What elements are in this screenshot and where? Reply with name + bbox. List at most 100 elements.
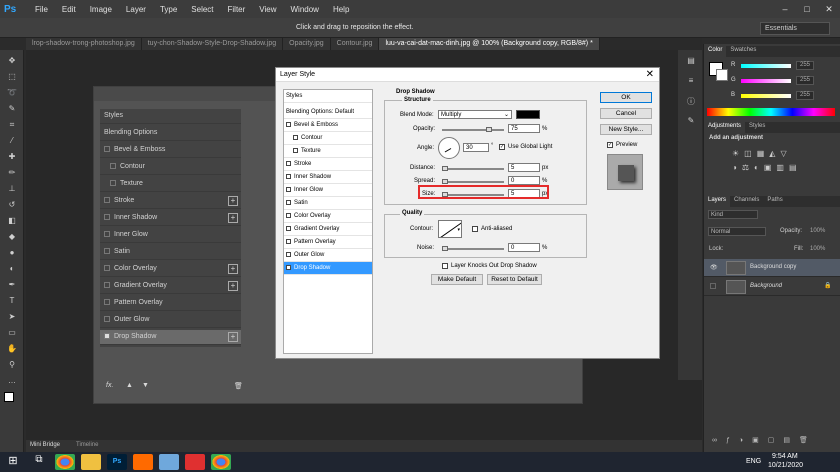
- style-item-selected[interactable]: ✓ Drop Shadow: [284, 262, 372, 275]
- info-icon[interactable]: ⓘ: [685, 96, 697, 106]
- red-value[interactable]: 255: [796, 61, 814, 70]
- opacity-slider-thumb[interactable]: [486, 127, 492, 132]
- checkbox-checked-icon[interactable]: ✓: [286, 265, 291, 271]
- chrome-icon[interactable]: [211, 454, 231, 470]
- menu-select[interactable]: Select: [184, 5, 220, 14]
- menu-help[interactable]: Help: [326, 5, 356, 14]
- checkbox-icon[interactable]: [110, 163, 116, 170]
- bg-color-swatch[interactable]: [716, 69, 728, 81]
- checkbox-icon[interactable]: [286, 239, 291, 244]
- menu-image[interactable]: Image: [83, 5, 119, 14]
- bg-style-item[interactable]: Satin: [100, 245, 241, 260]
- checkbox-icon[interactable]: [286, 161, 291, 166]
- opacity-input[interactable]: 75: [508, 124, 540, 133]
- checkbox-icon[interactable]: [286, 122, 291, 127]
- layer-filter-kind[interactable]: Kind: [708, 210, 758, 219]
- move-tool-icon[interactable]: ✥: [6, 56, 18, 66]
- layer-row[interactable]: 👁 Background copy: [704, 259, 840, 277]
- lasso-tool-icon[interactable]: ➰: [6, 88, 18, 98]
- tab-layers[interactable]: Layers: [704, 196, 731, 207]
- history-icon[interactable]: ▤: [685, 56, 697, 66]
- quick-select-icon[interactable]: ✎: [6, 104, 18, 114]
- red-slider[interactable]: [741, 64, 791, 68]
- tab-color[interactable]: Color: [704, 46, 727, 57]
- doc-tab[interactable]: lrop-shadow-trong-photoshop.jpg: [26, 38, 142, 50]
- menu-view[interactable]: View: [252, 5, 283, 14]
- checkbox-icon[interactable]: [104, 282, 110, 289]
- bg-style-item[interactable]: Contour: [100, 160, 241, 175]
- hand-tool-icon[interactable]: ✋: [6, 344, 18, 354]
- blend-mode-select[interactable]: Normal: [708, 227, 766, 236]
- ok-button[interactable]: OK: [600, 92, 652, 103]
- spread-slider[interactable]: [442, 181, 504, 183]
- clock-date[interactable]: 10/21/2020: [768, 462, 803, 469]
- path-select-icon[interactable]: ➤: [6, 312, 18, 322]
- brush-panel-icon[interactable]: ✎: [685, 116, 697, 126]
- green-slider[interactable]: [741, 79, 791, 83]
- checkbox-icon[interactable]: [286, 200, 291, 205]
- checkbox-icon[interactable]: [286, 213, 291, 218]
- menu-layer[interactable]: Layer: [119, 5, 153, 14]
- type-tool-icon[interactable]: T: [6, 296, 18, 306]
- add-icon[interactable]: +: [228, 281, 238, 291]
- eye-icon[interactable]: 👁: [710, 264, 718, 271]
- anti-aliased-checkbox[interactable]: [472, 226, 478, 232]
- visibility-toggle[interactable]: [710, 283, 716, 289]
- task-view-icon[interactable]: ⧉: [29, 454, 49, 470]
- bg-style-item[interactable]: Bevel & Emboss: [100, 143, 241, 158]
- distance-slider[interactable]: [442, 168, 504, 170]
- noise-slider-thumb[interactable]: [442, 246, 448, 251]
- green-value[interactable]: 255: [796, 76, 814, 85]
- tab-paths[interactable]: Paths: [763, 196, 786, 207]
- distance-slider-thumb[interactable]: [442, 166, 448, 171]
- spread-input[interactable]: 0: [508, 176, 540, 185]
- cancel-button[interactable]: Cancel: [600, 108, 652, 119]
- color-spectrum[interactable]: [707, 108, 835, 116]
- arrow-down-icon[interactable]: ▼: [142, 382, 149, 389]
- clone-stamp-icon[interactable]: ⊥: [6, 184, 18, 194]
- close-icon[interactable]: ✕: [646, 69, 654, 80]
- doc-tab[interactable]: tuy-chon-Shadow-Style-Drop-Shadow.jpg: [141, 38, 284, 50]
- bg-style-item[interactable]: Blending Options: [100, 126, 241, 141]
- tab-styles[interactable]: Styles: [745, 122, 769, 133]
- crop-tool-icon[interactable]: ⌗: [6, 120, 18, 130]
- bg-style-item[interactable]: Pattern Overlay: [100, 296, 241, 311]
- checkbox-icon[interactable]: [286, 187, 291, 192]
- checkbox-icon[interactable]: [110, 180, 116, 187]
- checkbox-icon[interactable]: [104, 197, 110, 204]
- app-taskbar-icon[interactable]: [185, 454, 205, 470]
- brush-tool-icon[interactable]: ✏: [6, 168, 18, 178]
- style-item[interactable]: Blending Options: Default: [284, 106, 372, 119]
- tab-timeline[interactable]: Timeline: [76, 442, 98, 448]
- tab-swatches[interactable]: Swatches: [726, 46, 760, 57]
- checkbox-icon[interactable]: [104, 214, 110, 221]
- checkbox-icon[interactable]: [104, 316, 110, 323]
- trash-icon[interactable]: 🗑: [234, 382, 243, 390]
- preview-checkbox[interactable]: ✓: [607, 142, 613, 148]
- checkbox-icon[interactable]: [104, 248, 110, 255]
- checkbox-icon[interactable]: [293, 148, 298, 153]
- layer-row[interactable]: Background 🔒: [704, 278, 840, 296]
- noise-input[interactable]: 0: [508, 243, 540, 252]
- tab-mini-bridge[interactable]: Mini Bridge: [30, 442, 60, 448]
- doc-tab-active[interactable]: luu-va-cai-dat-mac-dinh.jpg @ 100% (Back…: [379, 38, 600, 50]
- checkbox-icon[interactable]: [286, 252, 291, 257]
- blend-mode-select[interactable]: Multiply ⌄: [438, 110, 512, 119]
- new-style-button[interactable]: New Style...: [600, 124, 652, 135]
- layers-opacity-value[interactable]: 100%: [810, 228, 825, 234]
- add-icon[interactable]: +: [228, 196, 238, 206]
- layers-footer-icons[interactable]: ∞ƒ◑▣▢▤🗑: [704, 436, 840, 448]
- style-item[interactable]: Inner Shadow: [284, 171, 372, 184]
- more-tools-icon[interactable]: …: [6, 376, 18, 386]
- dodge-tool-icon[interactable]: ◐: [6, 264, 18, 274]
- style-item[interactable]: Bevel & Emboss: [284, 119, 372, 132]
- zoom-tool-icon[interactable]: ⚲: [6, 360, 18, 370]
- add-icon[interactable]: +: [228, 264, 238, 274]
- checkbox-icon[interactable]: [104, 299, 110, 306]
- checkbox-icon[interactable]: [104, 231, 110, 238]
- paint-bucket-icon[interactable]: ◆: [6, 232, 18, 242]
- menu-edit[interactable]: Edit: [55, 5, 83, 14]
- bg-style-item[interactable]: Outer Glow: [100, 313, 241, 328]
- minimize-icon[interactable]: –: [776, 0, 794, 18]
- style-item[interactable]: Outer Glow: [284, 249, 372, 262]
